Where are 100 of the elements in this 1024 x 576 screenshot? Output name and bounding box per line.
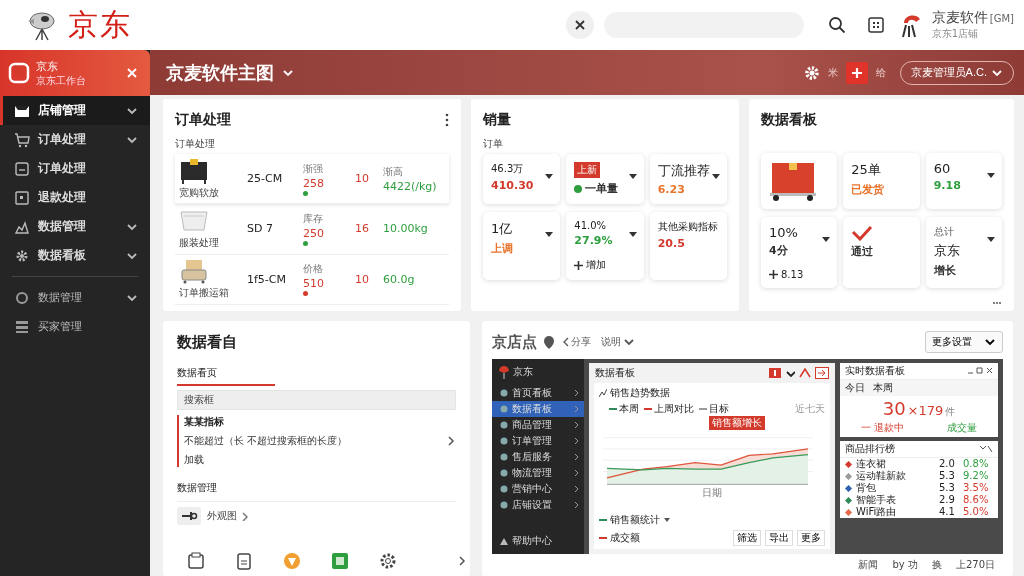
axis-label: 日期 (701, 486, 723, 500)
app-nav-item[interactable]: 营销中心 (492, 481, 584, 497)
settings-icon[interactable] (803, 64, 820, 81)
legend-item: 本周 (609, 402, 639, 416)
search-icon[interactable] (827, 16, 846, 34)
sidebar-item[interactable]: 订单处理 (0, 125, 150, 154)
settings-label: 米 (827, 65, 838, 80)
sidebar-item[interactable]: 数据看板 (0, 241, 150, 270)
price-label: 渐强 (303, 161, 324, 176)
window-controls-icon[interactable] (979, 445, 993, 453)
chart-button[interactable]: 导出 (765, 530, 793, 546)
chevron-icon[interactable] (282, 67, 294, 78)
order-row[interactable]: 订单搬运箱 1f5-CM 价格 510 10 60.0g (175, 254, 449, 305)
sidebar-item[interactable]: 退款处理 (0, 183, 150, 212)
chevron-right-icon[interactable] (457, 555, 467, 567)
dropdown-icon[interactable] (544, 230, 555, 239)
chevron-icon (984, 337, 996, 347)
circle-icon (14, 289, 30, 306)
dropdown-icon[interactable] (986, 235, 996, 244)
unit-label: 件 (945, 405, 956, 419)
dropdown-icon[interactable] (711, 172, 721, 181)
window-controls-icon[interactable] (967, 367, 993, 375)
section-title: 数据管理 (177, 481, 456, 502)
amount: 60.0g (383, 272, 415, 286)
quantity: 16 (355, 222, 370, 236)
tab[interactable]: 今日 (845, 381, 865, 395)
metric-value: 10% (769, 225, 799, 240)
sidebar-item[interactable]: 数据管理 (0, 212, 150, 241)
help-link[interactable]: 帮助中心 (492, 532, 584, 550)
series-dropdown[interactable]: 销售额统计 (599, 513, 671, 527)
footer-text: 上270日 (955, 558, 995, 572)
dot-icon (500, 437, 508, 445)
dropdown-icon[interactable] (627, 230, 638, 239)
product-name: 背包 (856, 482, 877, 494)
chevron-icon (623, 337, 635, 347)
close-icon (573, 19, 586, 31)
change-value: 5.0% (963, 506, 990, 518)
app-nav-item[interactable]: 数据看板 (492, 401, 584, 417)
clipboard-icon[interactable] (187, 552, 205, 570)
link[interactable]: 外观图 (207, 509, 248, 523)
metric-change: 增长 (933, 263, 957, 278)
metric-value: 丁流推荐 (657, 162, 711, 180)
product-name: 连衣裙 (856, 458, 887, 470)
metric-change: 9.18 (933, 179, 962, 192)
add-button[interactable] (845, 61, 868, 84)
sidebar-item[interactable]: 店铺管理 (0, 96, 150, 125)
dropdown-icon[interactable] (544, 172, 555, 181)
app-nav-item[interactable]: 店铺设置 (492, 497, 584, 513)
item-description: 不能超过（长 不超过搜索框的长度） (184, 434, 349, 448)
order-row[interactable]: 服装处理 SD 7 库存 250 16 10.00kg (175, 204, 449, 255)
card-title: 销量 (483, 111, 511, 129)
chart-icon (599, 389, 607, 397)
order-row[interactable]: 宽购软放 25-CM 渐强 258 10 渐高 4422(/kg) (175, 154, 449, 205)
legend-line-icon (644, 407, 652, 411)
window-title: 数据看板 (595, 366, 635, 380)
chart-title: 销售趋势数据 (610, 386, 670, 400)
add-label: 给 (875, 65, 886, 80)
brand-subtitle: 京东工作台 (36, 73, 87, 88)
big-number: 30 (882, 398, 906, 419)
app-nav-item[interactable]: 订单管理 (492, 433, 584, 449)
dropdown-icon[interactable] (627, 172, 638, 181)
caret-icon (663, 517, 671, 523)
sidebar-item[interactable]: 买家管理 (0, 312, 150, 341)
box-cart-icon (769, 161, 817, 201)
dropdown-icon[interactable] (986, 171, 996, 180)
sidebar-item[interactable]: 数据管理 (0, 283, 150, 312)
image-icon[interactable] (331, 552, 349, 570)
close-button[interactable] (565, 11, 594, 39)
settings-dropdown[interactable]: 更多设置 (925, 331, 1003, 353)
app-nav-item[interactable]: 首页看板 (492, 385, 584, 401)
product-name: 运动鞋新款 (856, 470, 907, 482)
tab[interactable]: 本周 (873, 381, 893, 395)
product-name: 智能手表 (856, 494, 897, 506)
page-title: 京麦软件主图 (166, 60, 274, 85)
share-button[interactable]: 分享 (561, 335, 593, 349)
app-nav-item[interactable]: 物流管理 (492, 465, 584, 481)
dropdown-icon[interactable] (821, 235, 832, 244)
status-dot-icon (574, 184, 583, 193)
search-field[interactable]: 搜索框 (177, 390, 456, 410)
metric-value: 41.0% (574, 220, 608, 231)
gear-icon[interactable] (379, 552, 397, 570)
price: 510 (303, 277, 325, 291)
chart-button[interactable]: 更多 (797, 530, 825, 546)
product-name: 宽购软放 (179, 185, 220, 200)
sidebar-item[interactable]: 订单处理 (0, 154, 150, 183)
more-icon[interactable] (445, 113, 449, 127)
metric-value: 其他采购指标 (657, 220, 719, 234)
tab[interactable]: 数据看页 (177, 366, 275, 386)
menu-button[interactable]: 说明 (599, 335, 637, 349)
dot-icon (500, 453, 508, 461)
dot-icon (500, 485, 508, 493)
export-icon[interactable] (815, 367, 829, 379)
chart-button[interactable]: 筛选 (733, 530, 761, 546)
list-item[interactable]: 某某指标 不能超过（长 不超过搜索框的长度） 加载 (177, 415, 456, 467)
grid-icon[interactable] (867, 17, 884, 33)
window-title: 商品排行榜 (845, 442, 895, 456)
chevron-icon[interactable] (785, 369, 795, 377)
flag-icon[interactable] (769, 368, 781, 378)
app-nav-item[interactable]: 售后服务 (492, 449, 584, 465)
app-nav-item[interactable]: 商品管理 (492, 417, 584, 433)
